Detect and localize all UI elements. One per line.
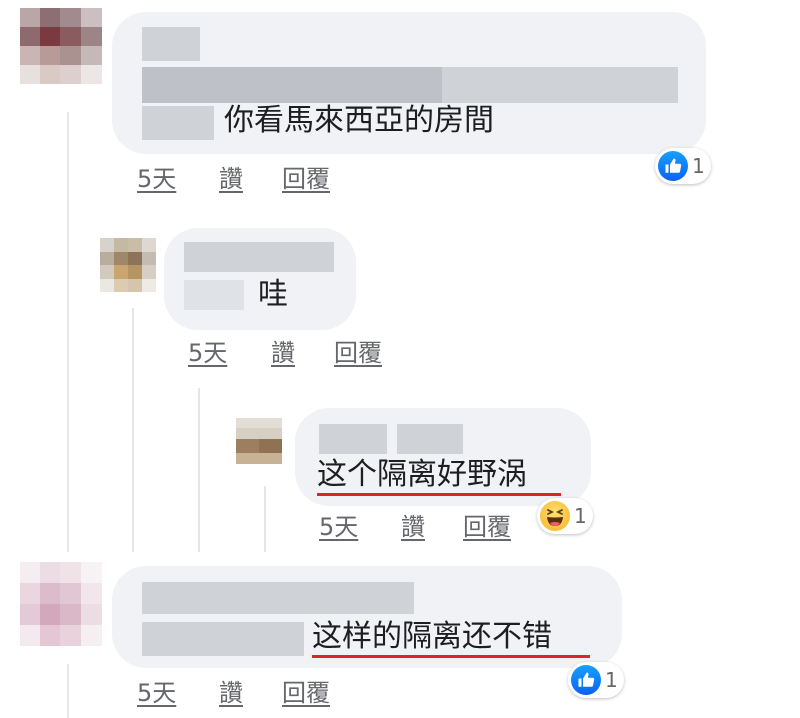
thread-line-reply xyxy=(132,308,134,552)
comment-bubble: 哇 xyxy=(164,228,356,330)
redacted-text xyxy=(184,280,244,310)
redacted-text xyxy=(142,67,442,103)
like-button[interactable]: 讚 xyxy=(219,165,243,193)
thread-line-main xyxy=(67,112,69,552)
author-name-redacted xyxy=(397,424,463,454)
comment-text: 你看馬來西亞的房間 xyxy=(224,103,494,138)
like-icon xyxy=(658,151,688,181)
like-button[interactable]: 讚 xyxy=(271,339,295,367)
thread-line-nested xyxy=(198,388,200,552)
timestamp-link[interactable]: 5天 xyxy=(137,679,176,707)
reply-button[interactable]: 回覆 xyxy=(282,165,330,193)
comment-text: 这样的隔离还不错 xyxy=(312,619,552,654)
timestamp-link[interactable]: 5天 xyxy=(319,513,358,541)
reaction-summary[interactable]: 1 xyxy=(655,148,711,184)
timestamp-link[interactable]: 5天 xyxy=(137,165,176,193)
redacted-text xyxy=(142,622,304,656)
reply-button[interactable]: 回覆 xyxy=(334,339,382,367)
author-name-redacted xyxy=(319,424,387,454)
reply-button[interactable]: 回覆 xyxy=(282,679,330,707)
timestamp-link[interactable]: 5天 xyxy=(188,339,227,367)
comment-text: 这个隔离好野涡 xyxy=(317,457,527,492)
comment-text: 哇 xyxy=(258,277,288,312)
reaction-count: 1 xyxy=(605,668,618,692)
like-icon xyxy=(571,665,601,695)
reaction-summary[interactable]: 1 xyxy=(537,498,593,534)
comment-bubble: 这样的隔离还不错 xyxy=(112,566,622,668)
like-button[interactable]: 讚 xyxy=(401,513,425,541)
author-name-redacted xyxy=(184,242,334,272)
avatar[interactable] xyxy=(20,8,102,84)
thread-line-nested-2 xyxy=(264,486,266,552)
avatar[interactable] xyxy=(236,418,282,464)
comment-bubble: 这个隔离好野涡 xyxy=(295,408,591,506)
like-button[interactable]: 讚 xyxy=(219,679,243,707)
reply-button[interactable]: 回覆 xyxy=(463,513,511,541)
author-name-redacted xyxy=(142,582,414,614)
avatar[interactable] xyxy=(20,562,102,646)
haha-icon xyxy=(540,501,570,531)
thread-line-main-lower xyxy=(67,664,69,718)
redacted-text xyxy=(442,67,678,103)
redacted-text xyxy=(142,106,214,140)
reaction-count: 1 xyxy=(692,154,705,178)
author-name-redacted xyxy=(142,27,200,61)
highlight-underline xyxy=(312,655,590,658)
reaction-count: 1 xyxy=(574,504,587,528)
avatar[interactable] xyxy=(100,238,156,292)
highlight-underline xyxy=(317,493,561,496)
reaction-summary[interactable]: 1 xyxy=(568,662,624,698)
comment-bubble: 你看馬來西亞的房間 xyxy=(112,12,706,154)
